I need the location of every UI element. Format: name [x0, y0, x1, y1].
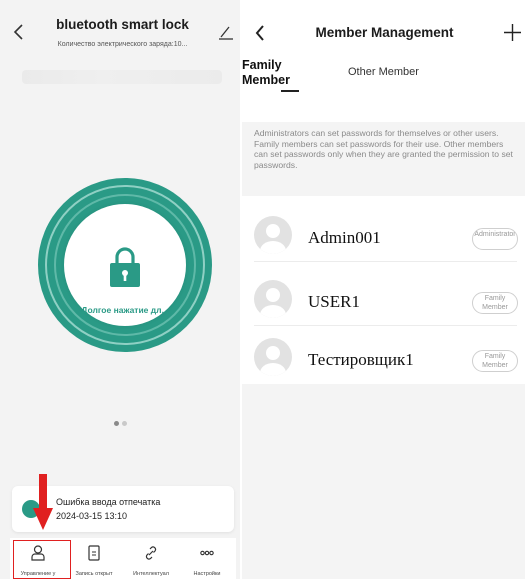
- member-name: Тестировщик1: [308, 350, 414, 369]
- user-placeholder-icon: [260, 224, 286, 254]
- more-dots-icon: [200, 550, 214, 556]
- screenshot-root: bluetooth smart lock Количество электрич…: [0, 0, 525, 579]
- highlight-box: [13, 540, 71, 579]
- member-management-screen: Member Management Family Member Other Me…: [242, 0, 525, 579]
- role-badge: Administrator: [472, 228, 518, 250]
- event-time: 2024-03-15 13:10: [56, 511, 128, 521]
- padlock-icon: [110, 247, 140, 287]
- divider: [254, 261, 517, 262]
- battery-status: Количество электрического заряда:10...: [57, 41, 188, 48]
- nav-smart-link[interactable]: Интеллектуал: [123, 538, 179, 579]
- page-title: Member Management: [315, 25, 454, 40]
- list-item[interactable]: USER1 Family Member: [242, 268, 525, 326]
- nav-label: Запись открыт: [75, 571, 113, 577]
- chevron-left-icon[interactable]: [12, 23, 26, 41]
- user-placeholder-icon: [260, 288, 286, 318]
- avatar: [254, 280, 292, 318]
- nav-settings[interactable]: Настройки: [179, 538, 235, 579]
- event-title: Ошибка ввода отпечатка: [56, 497, 161, 507]
- avatar: [254, 216, 292, 254]
- page-indicator: [114, 421, 127, 426]
- page-dot-active: [114, 421, 119, 426]
- permissions-info: Administrators can set passwords for the…: [254, 128, 513, 170]
- chevron-left-icon[interactable]: [254, 24, 266, 42]
- pencil-icon[interactable]: [218, 24, 234, 40]
- member-name: USER1: [308, 292, 360, 311]
- role-badge: Family Member: [472, 292, 518, 314]
- member-name: Admin001: [308, 228, 381, 247]
- document-icon: [88, 545, 100, 561]
- red-arrow-annotation: [33, 474, 53, 530]
- tab-other-member[interactable]: Other Member: [348, 66, 419, 78]
- link-icon: [145, 546, 157, 560]
- list-item[interactable]: Тестировщик1 Family Member: [242, 326, 525, 384]
- lock-home-screen: bluetooth smart lock Количество электрич…: [0, 0, 240, 579]
- list-item[interactable]: Admin001 Administrator: [242, 204, 525, 262]
- avatar: [254, 338, 292, 376]
- member-list: Admin001 Administrator USER1 Family Memb…: [242, 196, 525, 384]
- user-placeholder-icon: [260, 346, 286, 376]
- header: Member Management Family Member Other Me…: [242, 0, 525, 122]
- nav-unlock-records[interactable]: Запись открыт: [66, 538, 122, 579]
- bottom-nav: Управление у Запись открыт Интеллектуал: [10, 538, 236, 579]
- nav-label: Настройки: [193, 571, 221, 577]
- blurred-banner: [22, 70, 222, 84]
- device-title: bluetooth smart lock: [56, 17, 189, 32]
- tab-family-member[interactable]: Family Member: [242, 58, 312, 88]
- unlock-button[interactable]: Долгое нажатие дл...: [38, 178, 212, 352]
- role-badge: Family Member: [472, 350, 518, 372]
- nav-label: Интеллектуал: [133, 571, 169, 577]
- page-dot: [122, 421, 127, 426]
- long-press-hint: Долгое нажатие дл...: [81, 305, 169, 315]
- active-tab-indicator: [281, 90, 299, 92]
- plus-icon[interactable]: [503, 23, 522, 42]
